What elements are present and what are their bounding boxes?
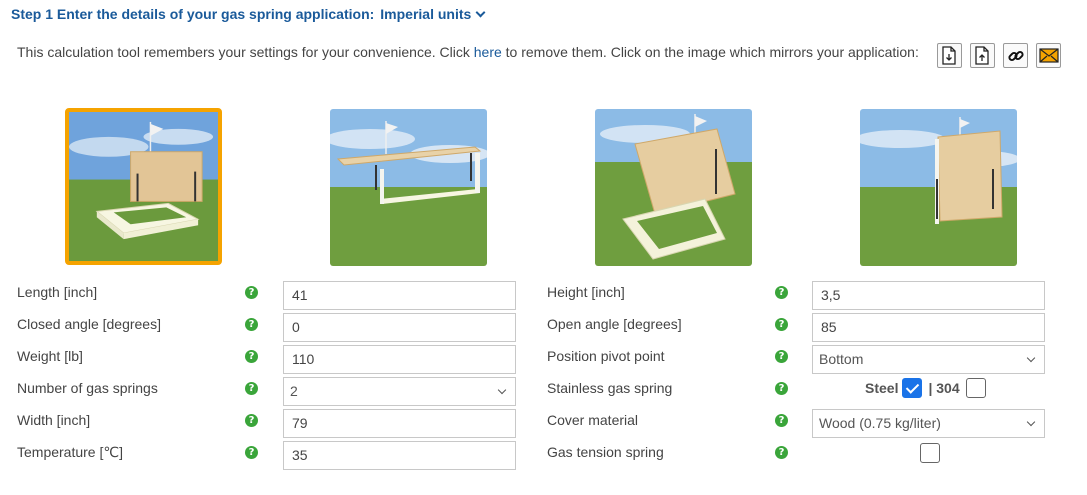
document-upload-icon [975,46,989,65]
pivot-label: Position pivot point [547,348,665,364]
gas-tension-label: Gas tension spring [547,444,664,460]
remove-settings-link[interactable]: here [474,44,502,60]
step-title: Step 1 Enter the details of your gas spr… [11,6,375,22]
open-angle-input[interactable]: 85 [812,313,1045,342]
length-label: Length [inch] [17,284,98,300]
help-icon[interactable]: ? [775,414,788,427]
application-image-4[interactable] [860,109,1017,266]
application-image-3[interactable] [595,109,752,266]
chevron-down-icon [1026,417,1036,427]
cover-material-label: Cover material [547,412,639,428]
help-icon[interactable]: ? [245,382,258,395]
application-illustration [595,109,752,266]
units-dropdown[interactable]: Imperial units [380,6,486,22]
envelope-icon [1038,48,1059,63]
pivot-value: Bottom [819,351,864,367]
temperature-label: Temperature [℃] [17,444,123,460]
email-button[interactable] [1036,43,1061,68]
pivot-select[interactable]: Bottom [812,345,1045,374]
width-input[interactable]: 79 [283,409,516,438]
help-icon[interactable]: ? [775,382,788,395]
help-icon[interactable]: ? [775,446,788,459]
height-input[interactable]: 3,5 [812,281,1045,310]
document-download-icon [942,46,956,65]
gas-tension-checkbox[interactable] [920,443,940,463]
help-icon[interactable]: ? [775,286,788,299]
length-input[interactable]: 41 [283,281,516,310]
closed-angle-label: Closed angle [degrees] [17,316,161,332]
stainless-304-label: | 304 [928,380,960,396]
application-illustration [330,109,487,266]
num-springs-value: 2 [290,383,298,399]
stainless-label: Stainless gas spring [547,380,673,396]
steel-label: Steel [865,380,899,396]
stainless-options: Steel | 304 [865,378,986,398]
num-springs-select[interactable]: 2 [283,377,516,406]
num-springs-label: Number of gas springs [17,380,158,396]
open-angle-label: Open angle [degrees] [547,316,682,332]
temperature-input[interactable]: 35 [283,441,516,470]
step-header: Step 1 Enter the details of your gas spr… [11,6,486,22]
stainless-304-checkbox[interactable] [965,378,986,398]
application-image-2[interactable] [330,109,487,266]
weight-input[interactable]: 110 [283,345,516,374]
width-label: Width [inch] [17,412,91,428]
upload-button[interactable] [970,43,995,68]
application-image-1[interactable] [65,108,222,265]
share-link-button[interactable] [1003,43,1028,68]
intro-text: This calculation tool remembers your set… [17,44,919,60]
height-label: Height [inch] [547,284,625,300]
help-icon[interactable]: ? [245,414,258,427]
toolbar [937,43,1061,68]
weight-label: Weight [lb] [17,348,83,364]
chevron-down-icon [497,385,507,395]
download-button[interactable] [937,43,962,68]
help-icon[interactable]: ? [245,318,258,331]
help-icon[interactable]: ? [245,350,258,363]
chevron-down-icon [475,7,486,17]
application-illustration [860,109,1017,266]
help-icon[interactable]: ? [245,446,258,459]
help-icon[interactable]: ? [775,350,788,363]
help-icon[interactable]: ? [245,286,258,299]
closed-angle-input[interactable]: 0 [283,313,516,342]
cover-material-value: Wood (0.75 kg/liter) [819,415,941,431]
application-illustration [69,112,218,261]
chevron-down-icon [1026,353,1036,363]
cover-material-select[interactable]: Wood (0.75 kg/liter) [812,409,1045,438]
link-icon [1007,50,1024,61]
steel-checkbox[interactable] [902,378,923,398]
help-icon[interactable]: ? [775,318,788,331]
units-label: Imperial units [380,6,472,22]
